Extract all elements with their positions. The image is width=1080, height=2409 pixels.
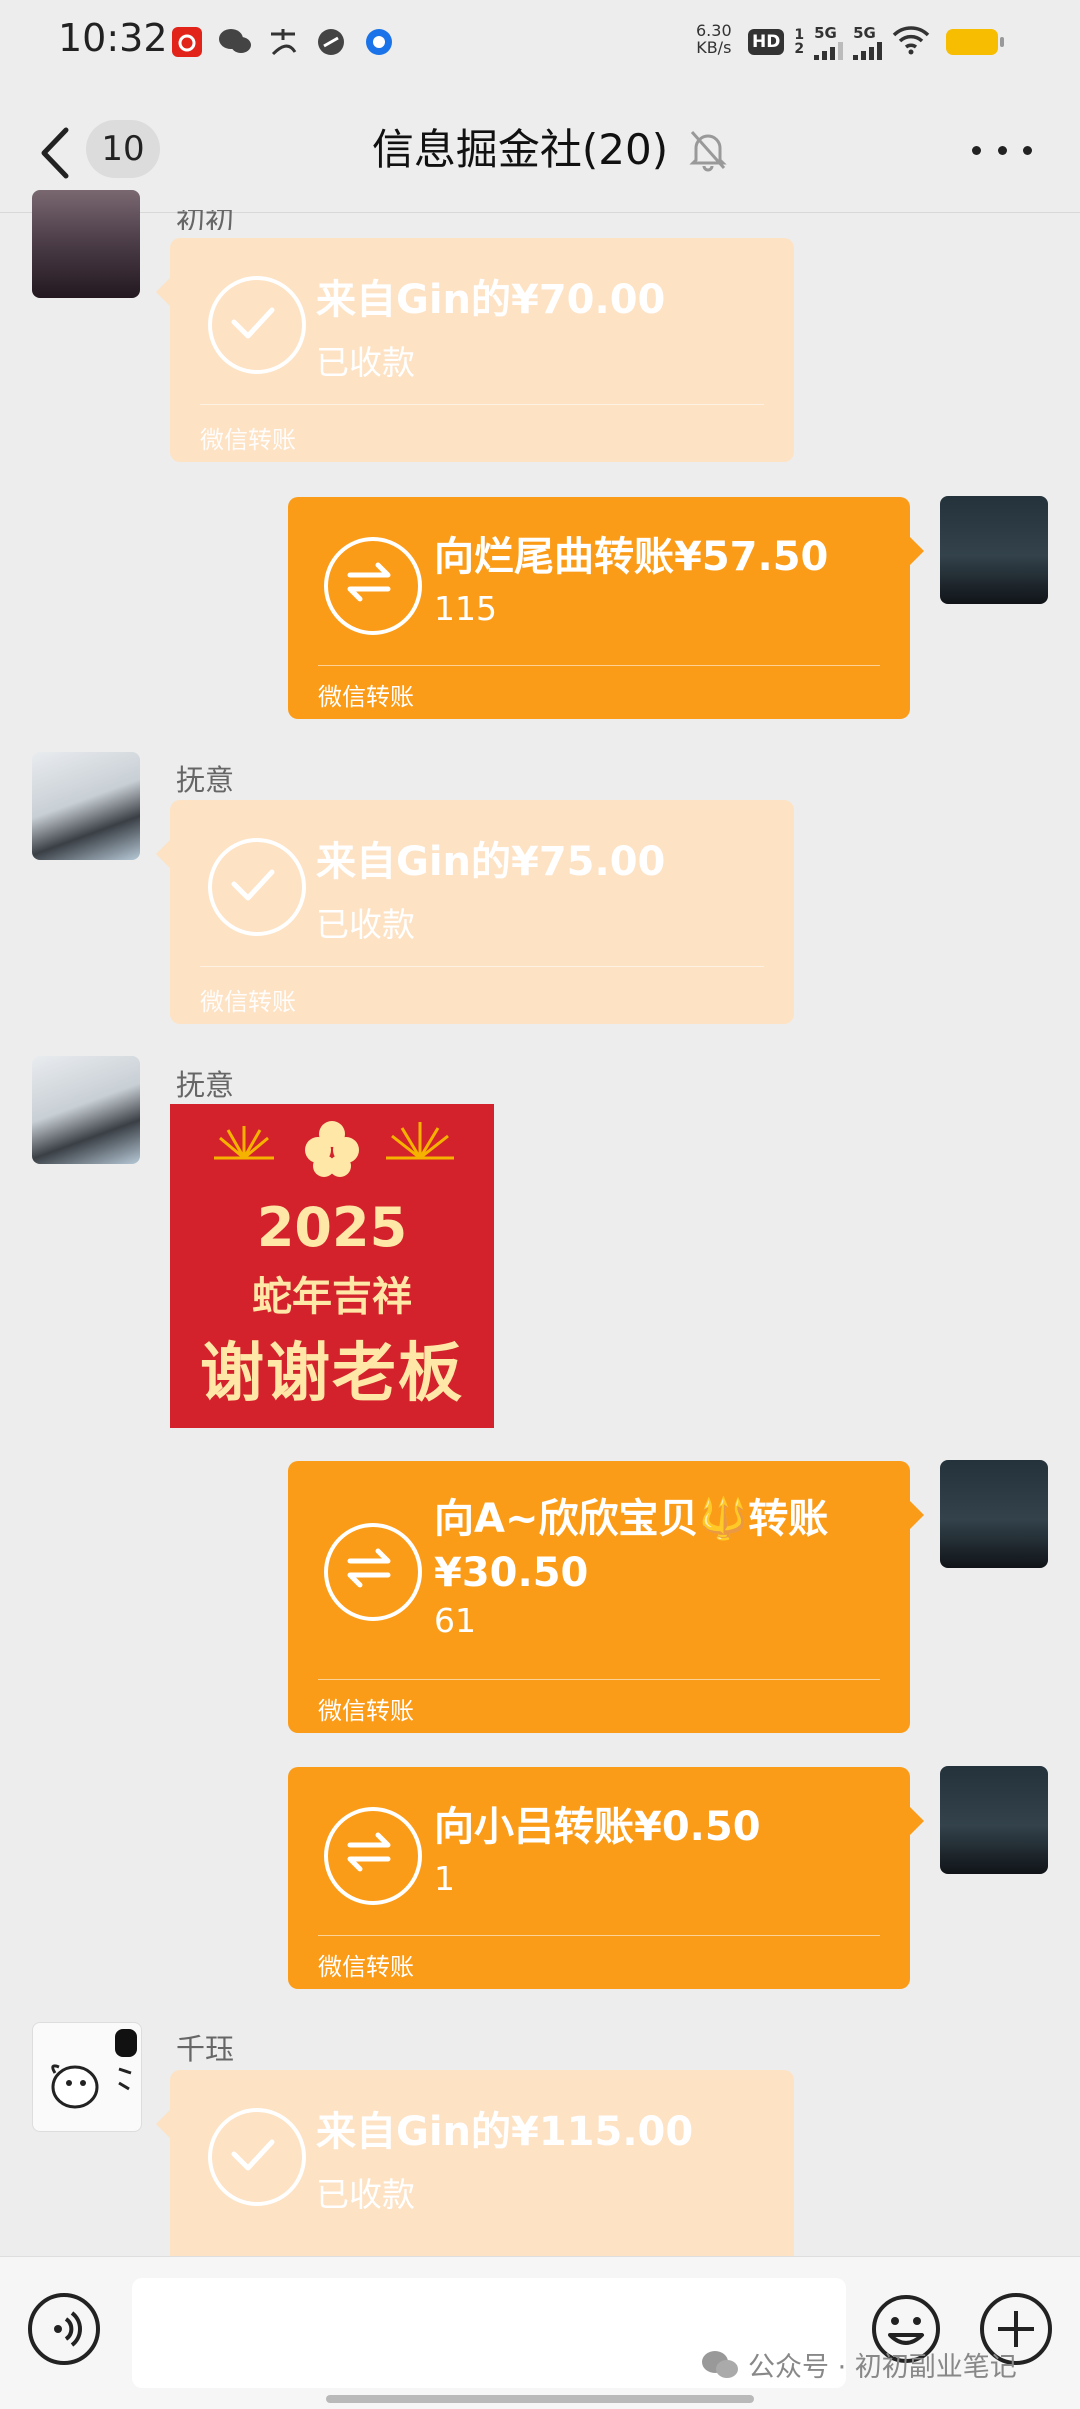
hd-sim-bottom: 2	[794, 41, 805, 57]
check-icon	[208, 2108, 306, 2206]
card-footer: 微信转账	[318, 1953, 414, 1981]
battery-icon	[946, 29, 1005, 55]
card-divider	[318, 665, 880, 666]
transfer-note: 61	[434, 1601, 476, 1640]
transfer-status: 已收款	[316, 343, 415, 382]
voice-icon	[54, 2311, 82, 2347]
sticker-thanks: 谢谢老板	[200, 1337, 464, 1411]
transfer-card-received[interactable]: 来自Gin的¥115.00 已收款	[156, 2070, 794, 2256]
signal-1-icon: 5G	[814, 24, 844, 60]
transfer-status: 已收款	[316, 905, 415, 944]
sticker-greeting: 蛇年吉祥	[252, 1274, 412, 1320]
sticker-image[interactable]: 2025 蛇年吉祥 谢谢老板	[170, 1104, 494, 1428]
net-speed-unit: KB/s	[696, 38, 732, 57]
unread-count-badge[interactable]: 10	[86, 120, 160, 178]
sender-name: 初初	[176, 204, 235, 230]
card-divider	[318, 1679, 880, 1680]
chat-title[interactable]: 信息掘金社(20)	[372, 120, 668, 180]
transfer-amount: 向小吕转账¥0.50	[434, 1804, 761, 1850]
browser-icon	[362, 25, 396, 59]
transfer-card-received[interactable]: 来自Gin的¥75.00 已收款 微信转账	[156, 800, 794, 1024]
avatar-qianjue[interactable]	[32, 2022, 142, 2132]
hd-badge: HD	[748, 29, 785, 55]
avatar-me[interactable]	[940, 1766, 1048, 1874]
bubble-tail	[910, 537, 924, 565]
back-icon[interactable]	[34, 126, 78, 186]
card-divider	[200, 404, 764, 405]
net-speed: 6.30 KB/s	[696, 22, 732, 56]
bubble-tail	[910, 1501, 924, 1529]
wifi-icon	[892, 25, 930, 59]
wechat-icon	[218, 25, 252, 59]
transfer-recipient-name: 向A~欣欣宝贝	[434, 1496, 699, 1542]
sender-name: 抚意	[176, 763, 235, 797]
avatar-me[interactable]	[940, 496, 1048, 604]
signal-1-label: 5G	[814, 24, 837, 42]
home-indicator[interactable]	[326, 2395, 754, 2403]
transfer-arrows-icon	[324, 537, 422, 635]
nav-divider	[0, 212, 1080, 213]
transfer-note: 115	[434, 589, 497, 628]
wechat-icon	[702, 2350, 738, 2378]
transfer-arrows-icon	[324, 1807, 422, 1905]
watermark: 公众号 · 初初副业笔记	[700, 2345, 1017, 2384]
status-time: 10:32	[58, 16, 168, 60]
card-footer: 微信转账	[200, 988, 296, 1016]
transfer-amount: ¥30.50	[434, 1550, 589, 1596]
card-footer: 微信转账	[318, 683, 414, 711]
system-icons: HD 1 2 5G 5G	[748, 22, 1005, 62]
net-speed-value: 6.30	[696, 21, 732, 40]
chat-title-bar: 信息掘金社(20)	[0, 120, 1080, 180]
transfer-amount: 向烂尾曲转账¥57.50	[434, 534, 829, 580]
sticker-year: 2025	[256, 1196, 408, 1259]
sender-name: 抚意	[176, 1068, 235, 1102]
notification-icons	[170, 22, 396, 62]
avatar-fuyi[interactable]	[32, 1056, 140, 1164]
mute-icon	[688, 128, 728, 172]
fireworks-icon	[214, 1121, 454, 1177]
bubble-tail	[156, 840, 170, 868]
transfer-label: 转账	[748, 1496, 829, 1542]
transfer-note: 1	[434, 1859, 455, 1898]
card-footer: 微信转账	[200, 426, 296, 454]
signal-2-icon: 5G	[853, 24, 883, 60]
transfer-status: 已收款	[316, 2175, 415, 2214]
avatar-chuchu[interactable]	[32, 190, 140, 298]
more-options-icon[interactable]	[972, 128, 1032, 172]
card-footer: 微信转账	[318, 1697, 414, 1725]
avatar-me[interactable]	[940, 1460, 1048, 1568]
link-icon	[314, 25, 348, 59]
transfer-arrows-icon	[324, 1523, 422, 1621]
voice-button[interactable]	[28, 2293, 100, 2365]
sender-name: 千珏	[176, 2032, 235, 2066]
hd-sim-top: 1	[794, 27, 805, 43]
transfer-amount: 来自Gin的¥75.00	[316, 839, 666, 885]
check-icon	[208, 276, 306, 374]
card-divider	[200, 966, 764, 967]
netease-music-icon	[170, 25, 204, 59]
transfer-card-sent[interactable]: 向烂尾曲转账¥57.50 115 微信转账	[288, 497, 924, 719]
transfer-amount: 来自Gin的¥115.00	[316, 2109, 694, 2155]
transfer-card-received[interactable]: 来自Gin的¥70.00 已收款 微信转账	[156, 238, 794, 462]
card-divider	[318, 1935, 880, 1936]
avatar-fuyi[interactable]	[32, 752, 140, 860]
transfer-recipient: 向A~欣欣宝贝🔱转账	[434, 1493, 828, 1545]
dog-icon	[51, 2029, 137, 2109]
hd-sim-indicator: 1 2	[794, 28, 804, 56]
alipay-icon	[266, 25, 300, 59]
transfer-card-sent[interactable]: 向小吕转账¥0.50 1 微信转账	[288, 1767, 924, 1989]
bubble-tail	[910, 1807, 924, 1835]
bubble-tail	[156, 278, 170, 306]
bubble-tail	[156, 2110, 170, 2138]
transfer-card-sent[interactable]: 向A~欣欣宝贝🔱转账 ¥30.50 61 微信转账	[288, 1461, 924, 1733]
trident-emoji: 🔱	[698, 1496, 749, 1542]
watermark-text: 公众号 · 初初副业笔记	[748, 2352, 1017, 2383]
transfer-amount: 来自Gin的¥70.00	[316, 277, 666, 323]
signal-2-label: 5G	[853, 24, 876, 42]
check-icon	[208, 838, 306, 936]
